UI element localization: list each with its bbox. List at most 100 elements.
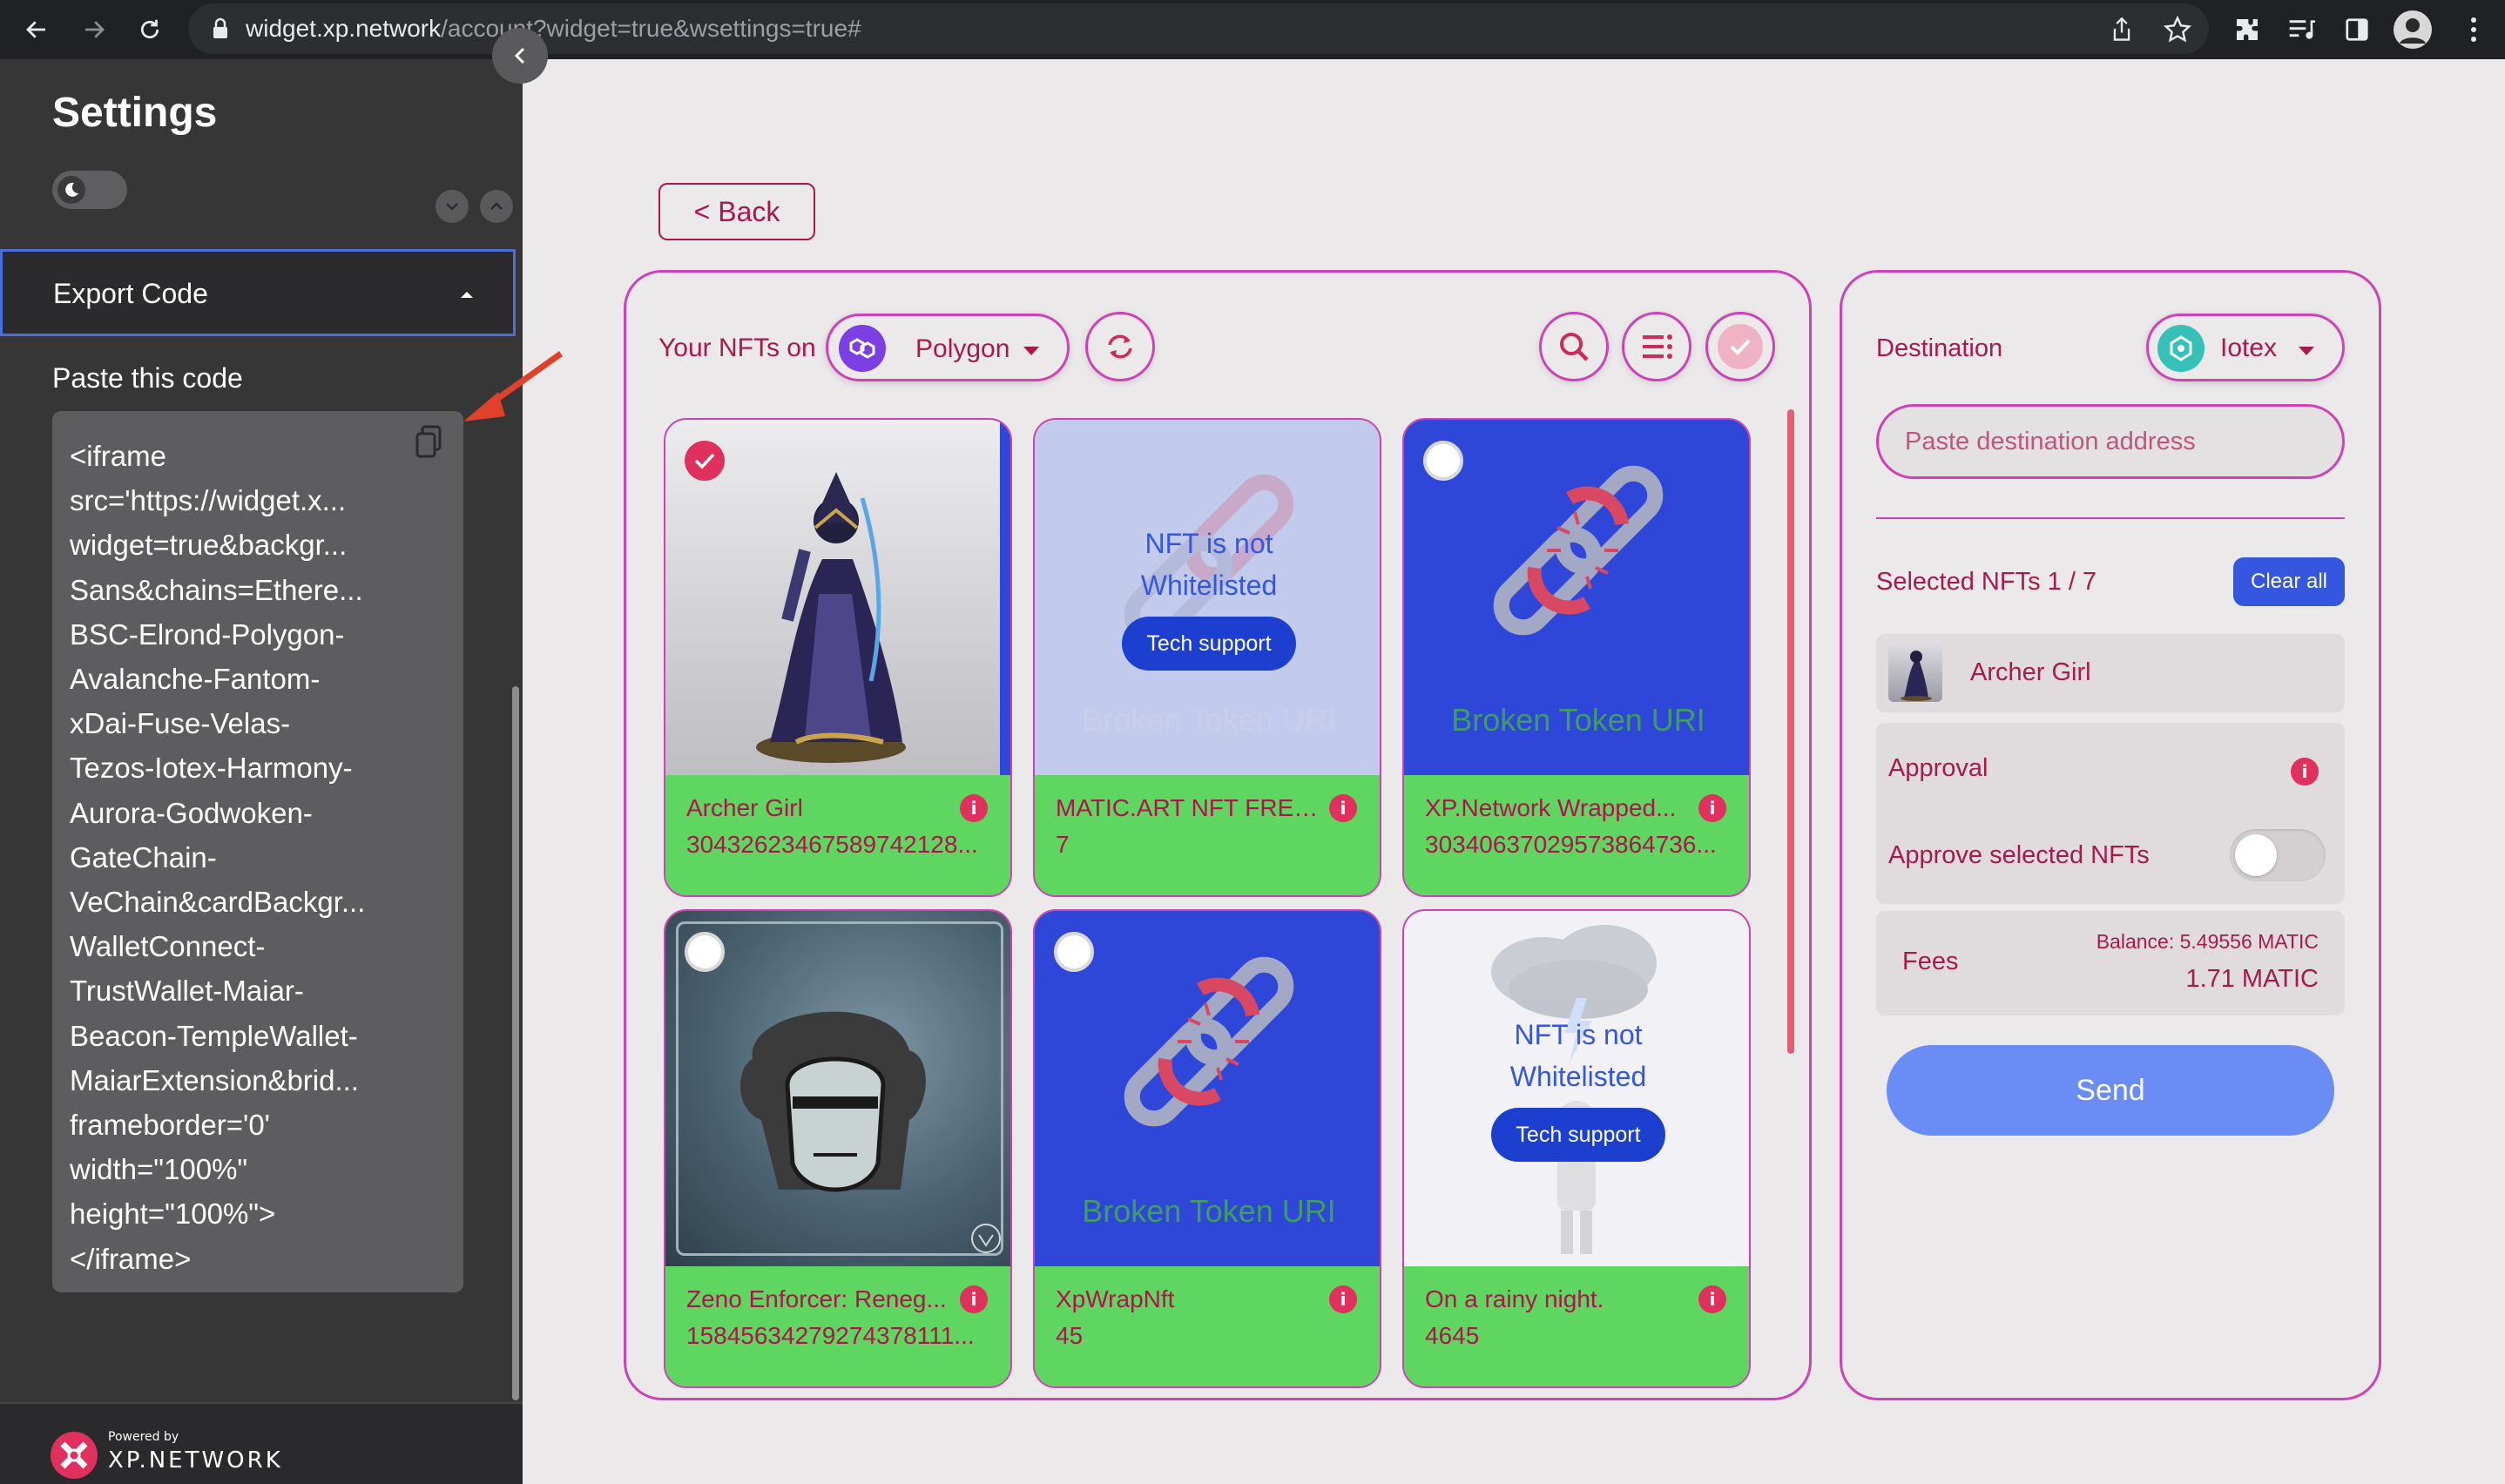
code-line: BSC-Elrond-Polygon- xyxy=(70,617,345,651)
brand-name: XP.NETWORK xyxy=(108,1447,283,1474)
refresh-button[interactable] xyxy=(1085,312,1155,381)
paste-code-label: Paste this code xyxy=(52,362,243,394)
nft-card[interactable]: Zeno Enforcer: Reneg... i 15845634279274… xyxy=(664,909,1012,1388)
your-nfts-label: Your NFTs on xyxy=(658,334,816,362)
nft-info-bar: MATIC.ART NFT FREE ... i 7 xyxy=(1035,775,1380,895)
url-text: widget.xp.network/account?widget=true&ws… xyxy=(246,15,861,42)
nft-select-checkbox[interactable] xyxy=(1054,932,1094,972)
not-whitelisted-line1: NFT is not xyxy=(1144,528,1273,559)
info-icon[interactable]: i xyxy=(1329,1285,1357,1313)
iotex-chain-icon xyxy=(2157,325,2205,372)
reload-icon[interactable] xyxy=(129,9,171,51)
nft-name: On a rainy night. xyxy=(1425,1285,1604,1312)
share-icon[interactable] xyxy=(2103,10,2141,49)
tech-support-button[interactable]: Tech support xyxy=(1122,617,1296,671)
code-line: MaiarExtension&brid... xyxy=(70,1063,359,1096)
source-chain-selector[interactable]: Polygon xyxy=(826,314,1070,381)
select-all-check-icon xyxy=(1718,324,1763,369)
info-icon[interactable]: i xyxy=(2291,758,2319,786)
fees-value: 1.71 MATIC xyxy=(2185,965,2319,993)
export-code-section-header[interactable]: Export Code xyxy=(0,249,516,336)
not-whitelisted-line2: Whitelisted xyxy=(1509,1061,1647,1092)
expand-all-icon[interactable] xyxy=(480,190,513,223)
info-icon[interactable]: i xyxy=(1698,1285,1726,1313)
broken-chain-icon xyxy=(1124,956,1294,1127)
back-button[interactable]: < Back xyxy=(658,183,815,240)
nft-card[interactable]: Archer Girl i 30432623467589742128... xyxy=(664,418,1012,897)
search-button[interactable] xyxy=(1539,312,1609,381)
collapse-all-icon[interactable] xyxy=(436,190,469,223)
media-queue-icon[interactable] xyxy=(2282,10,2320,49)
select-all-button[interactable] xyxy=(1705,312,1775,381)
code-line: </iframe> xyxy=(70,1242,192,1275)
nft-image: Broken Token URI NFT is not Whitelisted … xyxy=(1035,420,1380,775)
divider xyxy=(1876,517,2345,519)
profile-avatar[interactable] xyxy=(2394,10,2432,49)
nft-card[interactable]: Broken Token URI XP.Network Wrapped... i… xyxy=(1402,418,1751,897)
info-icon[interactable]: i xyxy=(1329,794,1357,822)
copy-icon[interactable] xyxy=(415,425,442,463)
approval-box: Approval i Approve selected NFTs xyxy=(1876,723,2345,904)
extensions-icon[interactable] xyxy=(2228,10,2266,49)
nft-card[interactable]: Broken Token URI XpWrapNft i 45 xyxy=(1033,909,1381,1388)
bookmark-star-icon[interactable] xyxy=(2158,10,2197,49)
fees-label: Fees xyxy=(1902,948,1959,975)
info-icon[interactable]: i xyxy=(960,1285,988,1313)
selected-nft-name: Archer Girl xyxy=(1970,658,2091,686)
code-line: xDai-Fuse-Velas- xyxy=(70,707,291,740)
selected-nft-thumbnail xyxy=(1888,644,1942,702)
code-line: Beacon-TempleWallet- xyxy=(70,1019,358,1052)
tech-support-button[interactable]: Tech support xyxy=(1491,1108,1665,1162)
forward-arrow-icon[interactable] xyxy=(73,9,115,51)
send-button[interactable]: Send xyxy=(1887,1045,2334,1136)
back-arrow-icon[interactable] xyxy=(16,9,57,51)
clear-all-button[interactable]: Clear all xyxy=(2233,557,2345,606)
nft-select-checkbox[interactable] xyxy=(1423,441,1463,481)
approval-label: Approval xyxy=(1888,754,1988,782)
nft-info-bar: XpWrapNft i 45 xyxy=(1035,1266,1380,1386)
collapse-sidebar-button[interactable] xyxy=(492,28,548,84)
code-line: <iframe xyxy=(70,440,166,472)
nft-grid-scrollbar[interactable] xyxy=(1787,409,1794,1054)
code-line: WalletConnect- xyxy=(70,930,266,963)
nft-card[interactable]: NFT is not Whitelisted Tech support On a… xyxy=(1402,909,1751,1388)
list-view-button[interactable] xyxy=(1622,312,1691,381)
info-icon[interactable]: i xyxy=(960,794,988,822)
broken-chain-icon xyxy=(1493,465,1664,636)
info-icon[interactable]: i xyxy=(1698,794,1726,822)
source-chain-name: Polygon xyxy=(915,334,1010,363)
annotation-arrow-icon xyxy=(463,351,564,422)
destination-chain-selector[interactable]: Iotex xyxy=(2146,314,2345,381)
address-bar[interactable]: widget.xp.network/account?widget=true&ws… xyxy=(188,3,2209,54)
sidebar-scrollbar[interactable] xyxy=(512,686,519,1400)
dark-mode-toggle[interactable] xyxy=(52,171,127,209)
side-panel-icon[interactable] xyxy=(2338,10,2376,49)
destination-address-input[interactable] xyxy=(1876,404,2345,479)
fees-box: Fees Balance: 5.49556 MATIC 1.71 MATIC xyxy=(1876,911,2345,1015)
chevron-down-icon xyxy=(1022,344,1041,361)
code-line: Sans&chains=Ethere... xyxy=(70,573,363,606)
broken-token-uri-label: Broken Token URI xyxy=(1451,702,1705,738)
code-line: TrustWallet-Maiar- xyxy=(70,975,304,1008)
refresh-icon xyxy=(1108,334,1132,359)
embed-code-box[interactable]: <iframe src='https://widget.x... widget=tr… xyxy=(52,411,463,1292)
caret-up-icon xyxy=(459,287,475,303)
code-line: height="100%"> xyxy=(70,1197,276,1231)
menu-kebab-icon[interactable] xyxy=(2454,10,2493,49)
not-whitelisted-line1: NFT is not xyxy=(1514,1019,1643,1050)
search-icon xyxy=(1560,333,1589,361)
embed-code-text: <iframe src='https://widget.x... widget=tr… xyxy=(70,434,365,1281)
nft-select-checkbox[interactable] xyxy=(685,932,725,972)
settings-sidebar: Settings Export Code Paste this code <if… xyxy=(0,59,523,1484)
approve-selected-label: Approve selected NFTs xyxy=(1888,841,2150,869)
code-line: frameborder='0' xyxy=(70,1109,270,1142)
broken-token-uri-label: Broken Token URI xyxy=(1082,702,1336,738)
selected-nft-item[interactable]: Archer Girl xyxy=(1876,634,2345,712)
approve-toggle[interactable] xyxy=(2230,829,2326,881)
nft-token-id: 7 xyxy=(1056,831,1070,858)
nft-select-checkbox[interactable] xyxy=(685,441,725,481)
nft-card[interactable]: Broken Token URI NFT is not Whitelisted … xyxy=(1033,418,1381,897)
nft-name: XpWrapNft xyxy=(1056,1285,1175,1312)
nft-info-bar: On a rainy night. i 4645 xyxy=(1404,1266,1749,1386)
nft-name: Zeno Enforcer: Reneg... xyxy=(686,1285,947,1312)
